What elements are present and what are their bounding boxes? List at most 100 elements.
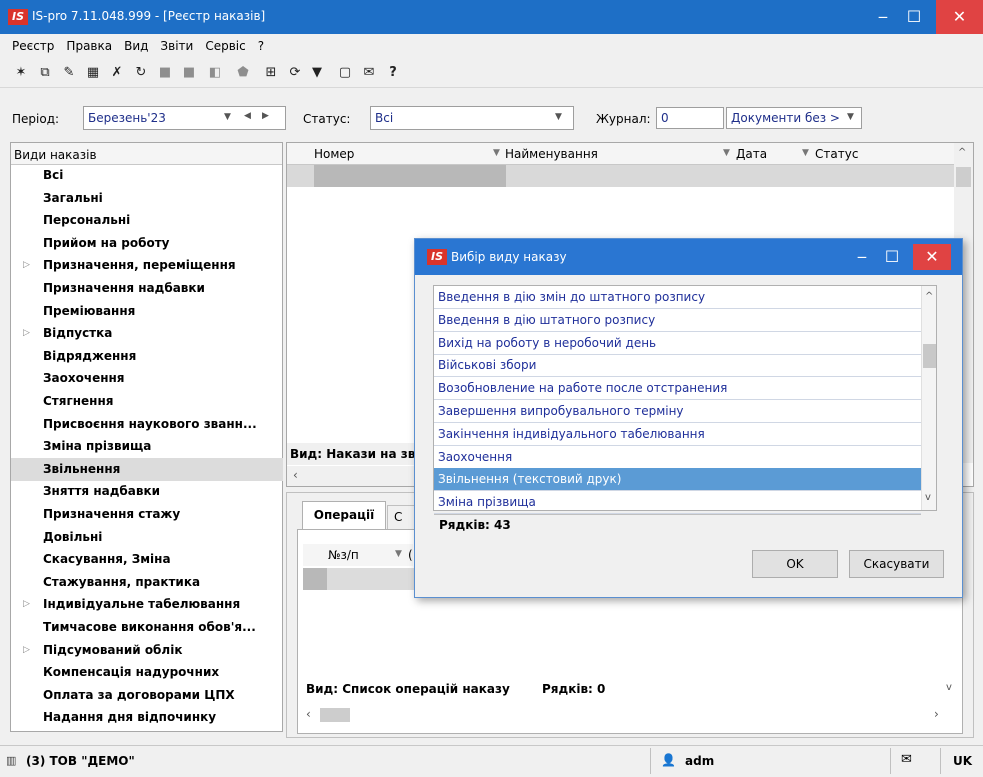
tree-item[interactable]: Тимчасове виконання обов'я... <box>11 616 283 639</box>
tree-item[interactable]: ▷ Відпустка <box>11 322 283 345</box>
tree-item[interactable]: Стажування, практика <box>11 571 283 594</box>
chevron-right-icon[interactable]: ▶ <box>262 111 269 121</box>
expand-arrow-icon[interactable]: ▷ <box>23 254 30 277</box>
tree-item[interactable]: Персональні <box>11 209 283 232</box>
order-type-item[interactable]: Вихід на роботу в неробочий день <box>434 332 921 355</box>
document-icon[interactable]: ▢ <box>336 64 354 82</box>
tree-item[interactable]: Призначення надбавки <box>11 277 283 300</box>
copy-icon[interactable]: ⧉ <box>36 64 54 82</box>
menu-reports[interactable]: Звіти <box>154 34 199 58</box>
order-type-item[interactable]: Введення в дію штатного розпису <box>434 309 921 332</box>
status-select[interactable]: Всі ▼ <box>370 106 574 130</box>
order-type-item[interactable]: Зміна прізвища <box>434 491 921 515</box>
column-number[interactable]: Номер <box>314 147 354 161</box>
mail-icon[interactable]: ✉ <box>901 752 912 767</box>
edit-icon[interactable]: ✎ <box>60 64 78 82</box>
operations-row-empty[interactable] <box>303 568 418 590</box>
order-type-item[interactable]: Військові збори <box>434 354 921 378</box>
column-name[interactable]: Найменування <box>505 147 598 161</box>
chevron-right-icon[interactable]: › <box>934 707 939 721</box>
order-type-item[interactable]: Введення в дію змін до штатного розпису <box>434 286 921 309</box>
expand-arrow-icon[interactable]: ▷ <box>23 593 30 616</box>
tree-item[interactable]: Оплата за договорами ЦПХ <box>11 684 283 707</box>
order-type-item[interactable]: Заохочення <box>434 446 921 469</box>
tree-item[interactable]: Преміювання <box>11 300 283 323</box>
tree-item[interactable]: Стягнення <box>11 390 283 413</box>
tree-item[interactable]: Присвоєння наукового званн... <box>11 413 283 436</box>
refresh-icon[interactable]: ↻ <box>132 64 150 82</box>
tab-other[interactable]: С <box>387 505 415 529</box>
sort-icon[interactable]: ▼ <box>395 549 402 559</box>
tree-item[interactable]: ▷ Індивідуальне табелювання <box>11 593 283 616</box>
sync-icon[interactable]: ⟳ <box>286 64 304 82</box>
list-vertical-scrollbar[interactable]: ^ v <box>921 286 936 510</box>
minimize-icon[interactable]: ‒ <box>868 0 898 34</box>
tree-item[interactable]: Відрядження <box>11 345 283 368</box>
tree-item[interactable]: Звільнення <box>11 457 283 481</box>
scroll-thumb[interactable] <box>320 708 350 722</box>
sort-icon[interactable]: ▼ <box>493 148 500 158</box>
filter-icon[interactable]: ▼ <box>308 64 326 82</box>
ok-button[interactable]: OK <box>752 550 838 578</box>
mail-icon[interactable]: ✉ <box>360 64 378 82</box>
menu-edit[interactable]: Правка <box>60 34 118 58</box>
expand-arrow-icon[interactable]: ▷ <box>23 322 30 345</box>
menu-registry[interactable]: Реєстр <box>6 34 60 58</box>
sort-icon[interactable]: ▼ <box>802 148 809 158</box>
tree-item[interactable]: Загальні <box>11 187 283 210</box>
tree-item[interactable]: Всі <box>11 164 283 187</box>
tree-item[interactable]: Зняття надбавки <box>11 480 283 503</box>
order-type-item[interactable]: Завершення випробувального терміну <box>434 400 921 423</box>
tab-operations[interactable]: Операції <box>302 501 386 529</box>
chevron-down-icon[interactable]: ▼ <box>847 112 854 122</box>
scroll-thumb[interactable] <box>956 167 971 187</box>
chevron-down-icon[interactable]: v <box>925 492 931 503</box>
grid-row-empty[interactable] <box>287 165 955 187</box>
order-type-item[interactable]: Звільнення (текстовий друк) <box>434 468 921 492</box>
column-seq-number[interactable]: №з/п <box>328 548 359 562</box>
chevron-left-icon[interactable]: ‹ <box>306 707 311 721</box>
table-icon[interactable]: ▦ <box>84 64 102 82</box>
tree-item[interactable]: Зміна прізвища <box>11 435 283 458</box>
menu-help[interactable]: ? <box>252 34 270 58</box>
grid-icon[interactable]: ⊞ <box>262 64 280 82</box>
column-status[interactable]: Статус <box>815 147 858 161</box>
menu-view[interactable]: Вид <box>118 34 154 58</box>
help-icon[interactable]: ? <box>384 64 402 82</box>
column-date[interactable]: Дата <box>736 147 767 161</box>
chevron-down-icon[interactable]: ▼ <box>224 112 231 122</box>
delete-icon[interactable]: ✗ <box>108 64 126 82</box>
cancel-button[interactable]: Скасувати <box>849 550 944 578</box>
tree-item[interactable]: Прийом на роботу <box>11 232 283 255</box>
chevron-down-icon[interactable]: v <box>946 682 952 693</box>
journal-number-field[interactable]: 0 <box>656 107 724 129</box>
scroll-thumb[interactable] <box>923 344 936 368</box>
chevron-up-icon[interactable]: ^ <box>958 147 966 158</box>
language-indicator[interactable]: UK <box>953 754 972 768</box>
maximize-icon[interactable]: ☐ <box>899 0 929 34</box>
sort-icon[interactable]: ▼ <box>723 148 730 158</box>
period-field[interactable]: Березень'23 ▼ ◀ ▶ <box>83 106 286 130</box>
journal-select[interactable]: Документи без > ▼ <box>726 107 862 129</box>
chevron-down-icon[interactable]: ▼ <box>555 112 562 122</box>
chevron-left-icon[interactable]: ◀ <box>244 111 251 121</box>
tree-item[interactable]: Скасування, Зміна <box>11 548 283 571</box>
tree-item[interactable]: Призначення стажу <box>11 503 283 526</box>
menu-service[interactable]: Сервіс <box>199 34 251 58</box>
operations-horizontal-scrollbar[interactable]: ‹ › <box>298 705 962 725</box>
grid-active-cell[interactable] <box>314 165 506 187</box>
close-icon[interactable]: ✕ <box>936 0 983 34</box>
new-icon[interactable]: ✶ <box>12 64 30 82</box>
column-operation[interactable]: ( <box>408 548 413 562</box>
chevron-left-icon[interactable]: ‹ <box>293 468 298 482</box>
tree-item[interactable]: Компенсація надурочних <box>11 661 283 684</box>
order-type-item[interactable]: Возобновление на работе после отстранени… <box>434 377 921 401</box>
order-type-item[interactable]: Закінчення індивідуального табелювання <box>434 423 921 446</box>
maximize-icon[interactable]: ☐ <box>877 239 907 275</box>
tree-item[interactable]: ▷ Підсумований облік <box>11 639 283 662</box>
tree-item[interactable]: Заохочення <box>11 367 283 390</box>
tree-item[interactable]: Довільні <box>11 526 283 549</box>
close-icon[interactable]: ✕ <box>913 244 951 270</box>
minimize-icon[interactable]: ‒ <box>847 239 877 275</box>
tree-item[interactable]: Надання дня відпочинку <box>11 706 283 729</box>
